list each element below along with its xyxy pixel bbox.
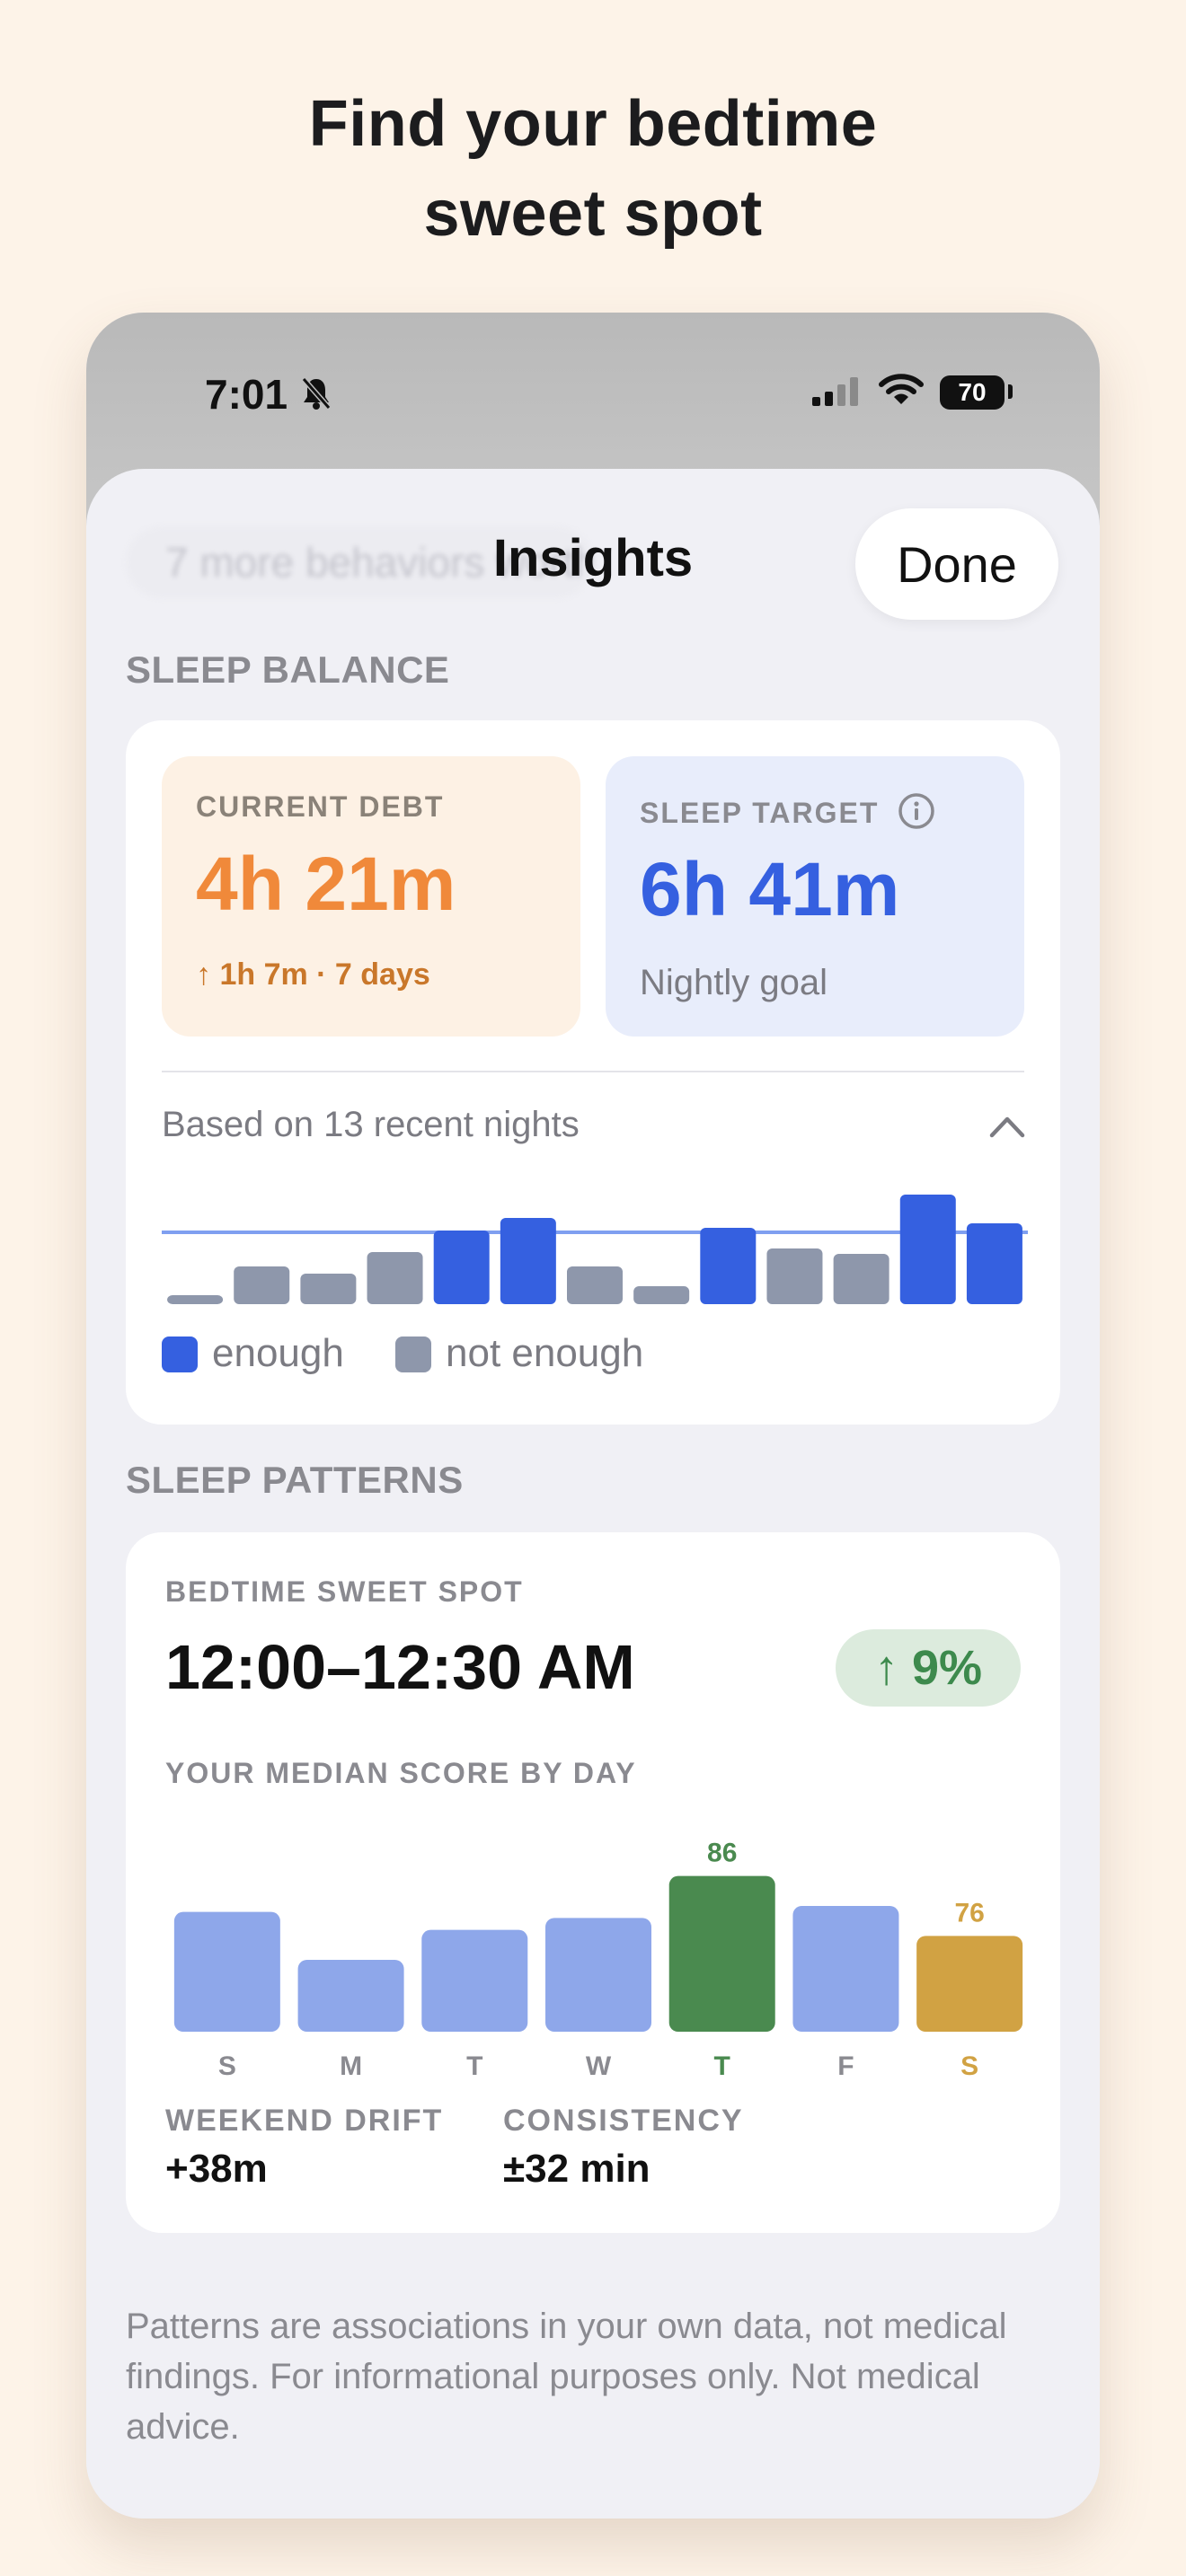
day-tick-label: F [837, 2051, 854, 2080]
day-bar [792, 1906, 899, 2032]
night-bar [167, 1295, 224, 1304]
chevron-up-icon[interactable] [988, 1112, 1026, 1143]
current-debt-tile[interactable]: CURRENT DEBT 4h 21m ↑ 1h 7m · 7 days [162, 756, 580, 1037]
sweet-spot-value: 12:00–12:30 AM [165, 1632, 635, 1702]
disclaimer-text: Patterns are associations in your own da… [126, 2307, 1007, 2447]
weekend-drift-label: WEEKEND DRIFT [165, 2104, 444, 2138]
night-bar [766, 1248, 823, 1304]
night-bar [234, 1266, 290, 1304]
night-bar [899, 1195, 956, 1304]
change-badge: ↑ 9% [836, 1629, 1021, 1707]
divider [162, 1071, 1024, 1072]
day-value-label: 86 [707, 1839, 737, 1868]
day-bar [668, 1875, 775, 2032]
headline-line-2: sweet spot [423, 178, 763, 250]
legend-enough: enough [212, 1331, 344, 1375]
sleep-balance-card: CURRENT DEBT 4h 21m ↑ 1h 7m · 7 days SLE… [126, 720, 1060, 1425]
battery-tip [1008, 384, 1013, 399]
night-bar [433, 1231, 490, 1304]
night-bar [300, 1274, 357, 1304]
night-bar [567, 1266, 623, 1304]
current-debt-trend-text: 1h 7m · 7 days [219, 957, 430, 992]
section-label-sleep-patterns: SLEEP PATTERNS [126, 1459, 464, 1501]
done-button[interactable]: Done [855, 508, 1058, 620]
status-time: 7:01 [205, 371, 288, 418]
legend-not-enough: not enough [446, 1331, 644, 1375]
sleep-balance-chart [162, 1195, 1028, 1304]
current-debt-value: 4h 21m [196, 842, 456, 926]
battery-icon: 70 [940, 375, 1005, 410]
cellular-signal-icon [812, 377, 859, 410]
day-tick-label: W [586, 2051, 612, 2080]
status-bar: 7:01 70 [86, 313, 1100, 474]
wifi-icon [879, 372, 924, 412]
sleep-target-tile[interactable]: SLEEP TARGET 6h 41m Nightly goal [606, 756, 1024, 1037]
night-bar [500, 1218, 556, 1304]
night-bar [966, 1223, 1022, 1304]
consistency-value: ±32 min [503, 2147, 651, 2191]
median-score-label: YOUR MEDIAN SCORE BY DAY [165, 1757, 637, 1789]
arrow-up-icon: ↑ [873, 1641, 898, 1695]
day-bar [297, 1960, 404, 2032]
headline: Find your bedtime sweet spot [0, 79, 1186, 259]
sleep-patterns-card: BEDTIME SWEET SPOT 12:00–12:30 AM ↑ 9% Y… [126, 1532, 1060, 2233]
legend-swatch-enough [162, 1337, 198, 1372]
day-bar [421, 1929, 528, 2032]
day-tick-label: M [340, 2051, 362, 2080]
day-tick-label: T [466, 2051, 482, 2080]
day-tick-label: S [960, 2051, 978, 2080]
info-circle-icon[interactable] [898, 792, 935, 837]
day-bar [173, 1911, 280, 2032]
night-bar [367, 1252, 423, 1304]
section-label-sleep-balance: SLEEP BALANCE [126, 648, 450, 691]
day-bar [545, 1918, 651, 2032]
arrow-up-icon: ↑ [196, 957, 211, 992]
headline-line-1: Find your bedtime [308, 88, 878, 160]
median-score-chart: S M T W T 86 F S 76 [173, 1839, 1023, 2080]
sweet-spot-label: BEDTIME SWEET SPOT [165, 1575, 524, 1608]
day-tick-label: S [218, 2051, 236, 2080]
current-debt-label: CURRENT DEBT [196, 790, 445, 823]
day-bar [916, 1936, 1023, 2032]
based-on-text: Based on 13 recent nights [162, 1105, 580, 1144]
sleep-target-value: 6h 41m [640, 847, 900, 931]
night-bar [700, 1228, 757, 1304]
sleep-target-label-text: SLEEP TARGET [640, 797, 880, 829]
day-tick-label: T [714, 2051, 730, 2080]
weekend-drift-value: +38m [165, 2147, 268, 2191]
phone-frame: 7:01 70 7 more behaviors worth Insights … [86, 313, 1100, 2519]
night-bar [833, 1254, 890, 1304]
sleep-target-sub: Nightly goal [640, 963, 828, 1002]
insights-sheet: 7 more behaviors worth adding Insights D… [86, 469, 1100, 2519]
day-value-label: 76 [954, 1898, 984, 1928]
legend-swatch-not-enough [395, 1337, 431, 1372]
night-bar [633, 1286, 690, 1304]
sleep-target-label: SLEEP TARGET [640, 792, 935, 837]
current-debt-trend: ↑ 1h 7m · 7 days [196, 957, 430, 992]
consistency-label: CONSISTENCY [503, 2104, 744, 2138]
change-value: 9% [911, 1641, 983, 1695]
bell-slash-icon [300, 375, 332, 416]
